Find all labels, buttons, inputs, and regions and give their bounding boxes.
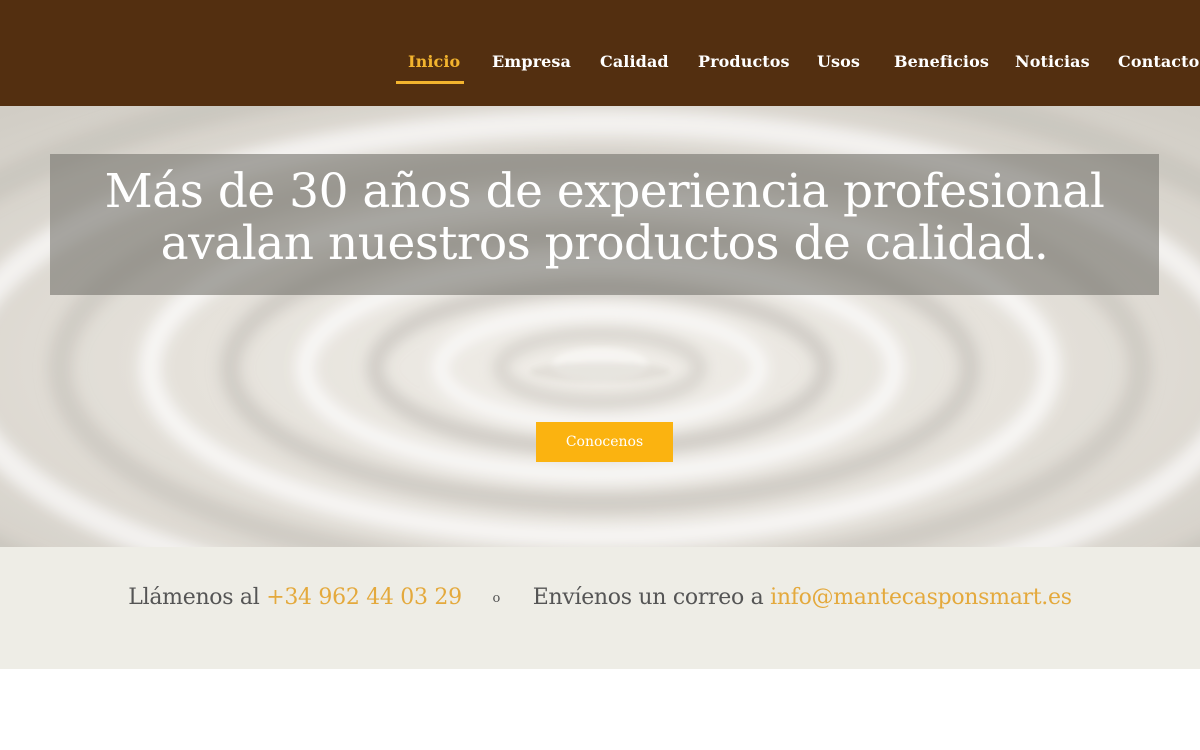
- main-nav: Inicio Empresa Calidad Productos Usos Be…: [0, 50, 1200, 90]
- hero-headline-line-2: avalan nuestros productos de calidad.: [160, 216, 1049, 271]
- contact-line: Llámenos al +34 962 44 03 29 o Envíenos …: [0, 585, 1200, 610]
- email-link[interactable]: info@mantecasponsmart.es: [770, 585, 1072, 610]
- site-header: Inicio Empresa Calidad Productos Usos Be…: [0, 0, 1200, 106]
- nav-item-contacto[interactable]: Contacto: [1118, 50, 1199, 86]
- contact-separator: o: [492, 590, 501, 606]
- nav-item-beneficios[interactable]: Beneficios: [894, 50, 989, 86]
- page-content-area: [0, 669, 1200, 750]
- phone-link[interactable]: +34 962 44 03 29: [266, 585, 462, 610]
- nav-item-empresa[interactable]: Empresa: [492, 50, 571, 86]
- nav-item-usos[interactable]: Usos: [817, 50, 860, 86]
- hero-headline: Más de 30 años de experiencia profesiona…: [50, 166, 1159, 270]
- nav-item-calidad[interactable]: Calidad: [600, 50, 669, 86]
- site-logo[interactable]: [0, 0, 170, 6]
- nav-item-productos[interactable]: Productos: [698, 50, 790, 86]
- hero-headline-line-1: Más de 30 años de experiencia profesiona…: [104, 164, 1105, 219]
- conocenos-button[interactable]: Conocenos: [536, 422, 673, 462]
- headline-banner: Más de 30 años de experiencia profesiona…: [50, 154, 1159, 295]
- nav-item-noticias[interactable]: Noticias: [1015, 50, 1090, 86]
- hero-section: Más de 30 años de experiencia profesiona…: [0, 106, 1200, 547]
- contact-band: Llámenos al +34 962 44 03 29 o Envíenos …: [0, 547, 1200, 669]
- active-nav-indicator: [396, 81, 464, 84]
- call-prefix: Llámenos al: [128, 585, 260, 610]
- email-prefix: Envíenos un correo a: [532, 585, 764, 610]
